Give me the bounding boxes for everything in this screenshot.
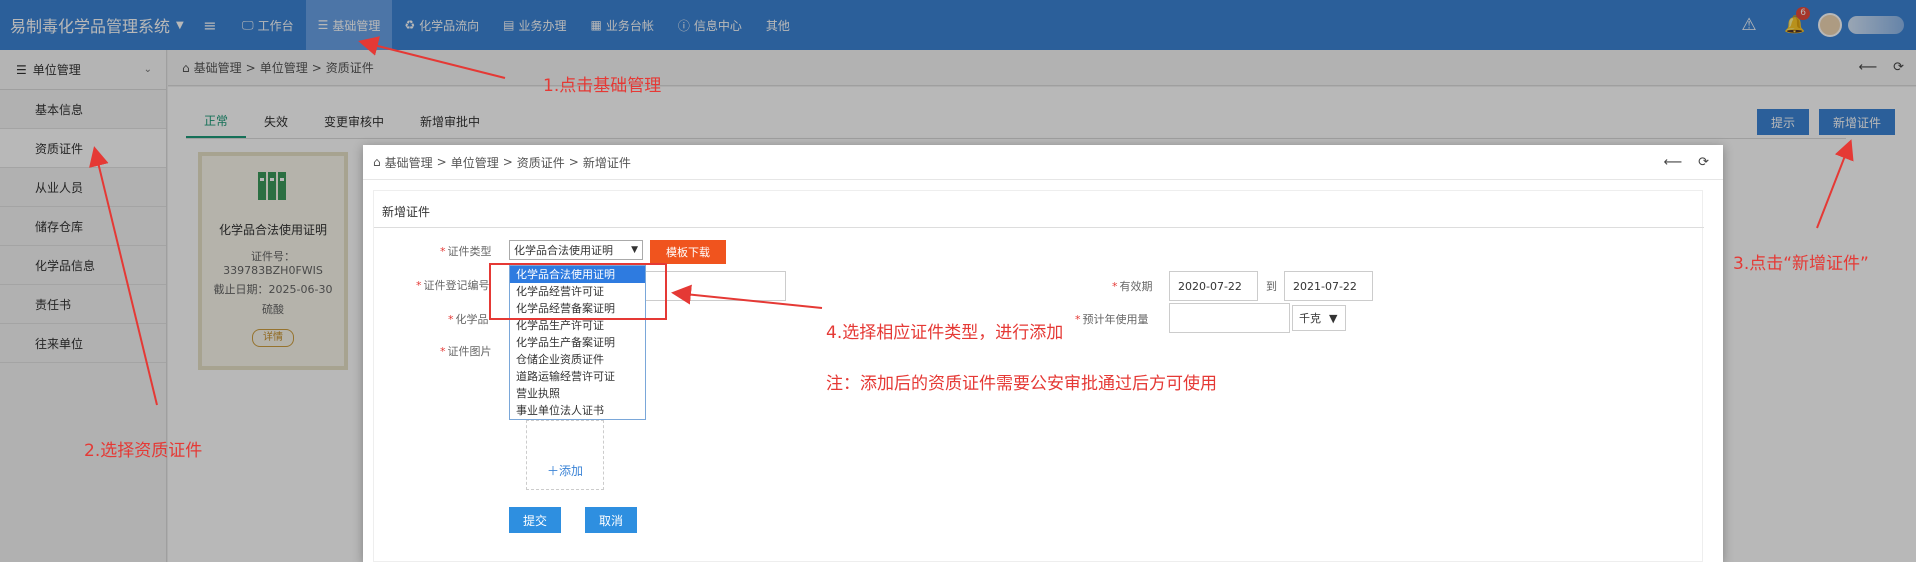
breadcrumb-sep: > [436, 155, 447, 169]
triangle-down-icon: ▼ [1329, 311, 1338, 325]
modal-actions: ⟵ ⟳ [1663, 155, 1709, 170]
plus-icon: ＋ [546, 464, 559, 478]
required-mark: * [1112, 280, 1118, 293]
dropdown-option[interactable]: 事业单位法人证书 [510, 402, 645, 419]
required-mark: * [1075, 313, 1081, 326]
breadcrumb-sep: > [568, 155, 579, 169]
required-mark: * [448, 313, 454, 326]
image-label-text: 证件图片 [447, 345, 492, 358]
dropdown-option[interactable]: 道路运输经营许可证 [510, 368, 645, 385]
annotation-highlight-box [489, 263, 667, 320]
annual-usage-label-text: 预计年使用量 [1082, 313, 1149, 326]
modal-breadcrumb-level4: 新增证件 [582, 155, 631, 170]
date-from-value: 2020-07-22 [1178, 279, 1242, 293]
annotation-note: 注：添加后的资质证件需要公安审批通过后方可使用 [826, 374, 1217, 394]
panel-divider [374, 227, 1704, 228]
cert-type-select[interactable]: 化学品合法使用证明 ▼ [509, 240, 643, 260]
image-upload-area[interactable]: ＋ 添加 [526, 420, 604, 490]
image-label: * 证件图片 [440, 343, 492, 359]
to-label: 到 [1266, 280, 1277, 293]
dropdown-option[interactable]: 化学品生产备案证明 [510, 334, 645, 351]
dropdown-option[interactable]: 营业执照 [510, 385, 645, 402]
date-to-value: 2021-07-22 [1293, 279, 1357, 293]
chemical-label-text: 化学品 [455, 313, 489, 326]
panel-title: 新增证件 [382, 205, 431, 219]
cert-type-label: * 证件类型 [440, 243, 492, 259]
annotation-step1: 1.点击基础管理 [543, 76, 662, 96]
annotation-step3: 3.点击“新增证件” [1733, 254, 1869, 274]
required-mark: * [440, 245, 446, 258]
date-from-input[interactable]: 2020-07-22 [1169, 271, 1258, 301]
required-mark: * [440, 345, 446, 358]
modal-breadcrumb-level3[interactable]: 资质证件 [517, 154, 565, 171]
home-icon: ⌂ [373, 155, 381, 169]
annotation-step4: 4.选择相应证件类型，进行添加 [826, 323, 1064, 343]
reg-no-label: * 证件登记编号 [416, 277, 490, 293]
modal-breadcrumb-home[interactable]: 基础管理 [385, 154, 433, 171]
annotation-step2: 2.选择资质证件 [84, 441, 203, 461]
annual-usage-label: * 预计年使用量 [1075, 311, 1149, 327]
cert-type-label-text: 证件类型 [447, 245, 492, 258]
template-download-button[interactable]: 模板下载 [650, 240, 726, 264]
date-to-input[interactable]: 2021-07-22 [1284, 271, 1373, 301]
modal-breadcrumb-level2[interactable]: 单位管理 [451, 154, 499, 171]
add-label: 添加 [559, 464, 584, 478]
reg-no-label-text: 证件登记编号 [423, 279, 490, 292]
unit-select[interactable]: 千克 ▼ [1292, 305, 1346, 331]
breadcrumb-sep: > [502, 155, 513, 169]
cert-type-value: 化学品合法使用证明 [514, 244, 613, 257]
submit-button[interactable]: 提交 [509, 507, 562, 533]
chemical-label: * 化学品 [448, 311, 489, 327]
back-arrow-icon[interactable]: ⟵ [1663, 155, 1682, 170]
dropdown-option[interactable]: 仓储企业资质证件 [510, 351, 645, 368]
refresh-icon[interactable]: ⟳ [1698, 155, 1709, 170]
triangle-down-icon: ▼ [631, 245, 638, 255]
cancel-button[interactable]: 取消 [585, 507, 638, 533]
annual-usage-input[interactable] [1169, 303, 1290, 333]
required-mark: * [416, 279, 422, 292]
validity-label-text: 有效期 [1119, 280, 1153, 293]
validity-label: * 有效期 [1112, 278, 1153, 294]
modal-breadcrumb: ⌂ 基础管理 > 单位管理 > 资质证件 > 新增证件 [363, 145, 1723, 180]
unit-value: 千克 [1299, 312, 1321, 325]
